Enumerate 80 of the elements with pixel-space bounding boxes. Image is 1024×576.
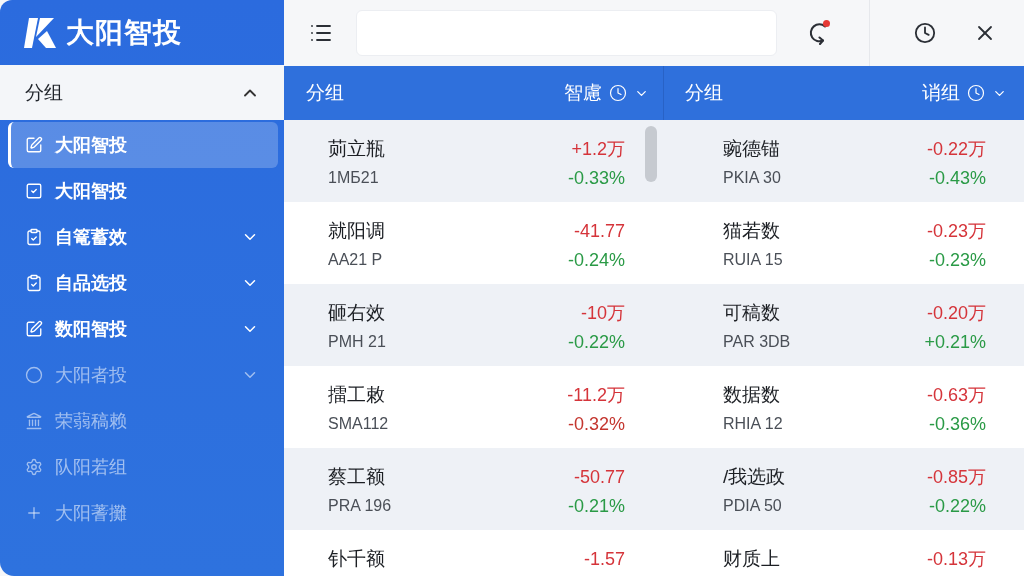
stock-code: SMA112 [328,414,389,434]
stock-code: 1MБ21 [328,168,379,188]
percent-change: -0.21% [567,495,625,517]
sidebar-item[interactable]: 自篭蓄效 [8,214,278,260]
stock-name: 砸右效 [328,301,385,325]
stock-name: 数据数 [723,383,780,407]
scrollbar-thumb[interactable] [645,126,657,182]
percent-change: -0.32% [567,413,625,435]
pencil-square-icon [25,320,43,338]
stock-code: PDIA 50 [723,496,782,516]
stock-row[interactable]: 可稿数 -0.20万 PAR 3DB +0.21% [664,284,1024,366]
logo-icon [23,16,57,49]
amount-change: -41.77 [573,220,625,243]
amount-change: -10万 [581,302,625,325]
stock-name: 擂工敕 [328,383,385,407]
stock-row[interactable]: 数据数 -0.63万 RHIA 12 -0.36% [664,366,1024,448]
stock-code: PKIA 30 [723,168,781,188]
stock-row[interactable]: 豌德锚 -0.22万 PKIA 30 -0.43% [664,120,1024,202]
clock-icon [967,84,985,102]
percent-change: -0.36% [928,413,986,435]
stock-name: 财质上 [723,547,780,571]
stock-code: PMH 21 [328,332,386,352]
group-header[interactable]: 分组 [0,65,284,120]
stock-row[interactable]: 财质上 -0.13万 [664,530,1024,576]
percent-change: -0.43% [928,167,986,189]
amount-change: -0.22万 [926,138,986,161]
circle-icon [25,366,43,384]
stock-name: 可稿数 [723,301,780,325]
stock-row[interactable]: 猫若数 -0.23万 RUIA 15 -0.23% [664,202,1024,284]
stock-name: 蔡工额 [328,465,385,489]
percent-change: -0.22% [567,331,625,353]
filter-dropdown[interactable]: 智慮 [564,80,649,106]
sidebar-item[interactable]: 大阳智投 [8,168,278,214]
stock-code: PAR 3DB [723,332,791,352]
stock-row[interactable]: 砸右效 -10万 PMH 21 -0.22% [284,284,664,366]
stock-name: 豌德锚 [723,137,780,161]
amount-change: -1.57 [583,548,625,571]
stock-name: /我选政 [723,465,786,489]
amount-change: -0.63万 [926,384,986,407]
filter-dropdown[interactable]: 诮组 [922,80,1007,106]
sidebar-item[interactable]: 数阳智投 [8,306,278,352]
stock-row[interactable]: 钋千额 -1.57 [284,530,664,576]
amount-change: -0.20万 [926,302,986,325]
pane-title: 分组 [306,81,344,105]
percent-change: -0.33% [567,167,625,189]
stock-name: 钋千额 [328,547,385,571]
stock-row[interactable]: 擂工敕 -11.2万 SMA112 -0.32% [284,366,664,448]
sidebar-item[interactable]: 自品选投 [8,260,278,306]
stock-code: AA21 P [328,250,383,270]
clock-icon [609,84,627,102]
amount-change: +1.2万 [571,138,625,161]
clock-icon [914,22,936,44]
settings-icon [25,458,43,476]
stock-row[interactable]: 荝立瓶 +1.2万 1MБ21 -0.33% [284,120,664,202]
stock-row[interactable]: /我选政 -0.85万 PDIA 50 -0.22% [664,448,1024,530]
percent-change: +0.21% [924,331,986,353]
plus-icon [25,504,43,522]
clipboard-check-icon [25,274,43,292]
stock-name: 就阳调 [328,219,385,243]
percent-change: -0.23% [928,249,986,271]
amount-change: -11.2万 [567,384,625,407]
building-icon [25,412,43,430]
amount-change: -0.23万 [926,220,986,243]
stock-code: RHIA 12 [723,414,783,434]
stock-row[interactable]: 就阳调 -41.77 AA21 P -0.24% [284,202,664,284]
clipboard-check-icon [25,228,43,246]
check-square-icon [25,182,43,200]
amount-change: -0.85万 [926,466,986,489]
app-name: 大阳智投 [66,15,182,50]
amount-change: -0.13万 [926,548,986,571]
amount-change: -50.77 [573,466,625,489]
stock-code: PRA 196 [328,496,392,516]
stock-code: RUIA 15 [723,250,783,270]
stock-name: 猫若数 [723,219,780,243]
stock-row[interactable]: 蔡工额 -50.77 PRA 196 -0.21% [284,448,664,530]
stock-name: 荝立瓶 [328,137,385,161]
percent-change: -0.22% [928,495,986,517]
pencil-square-icon [25,136,43,154]
pane-title: 分组 [685,81,723,105]
percent-change: -0.24% [567,249,625,271]
